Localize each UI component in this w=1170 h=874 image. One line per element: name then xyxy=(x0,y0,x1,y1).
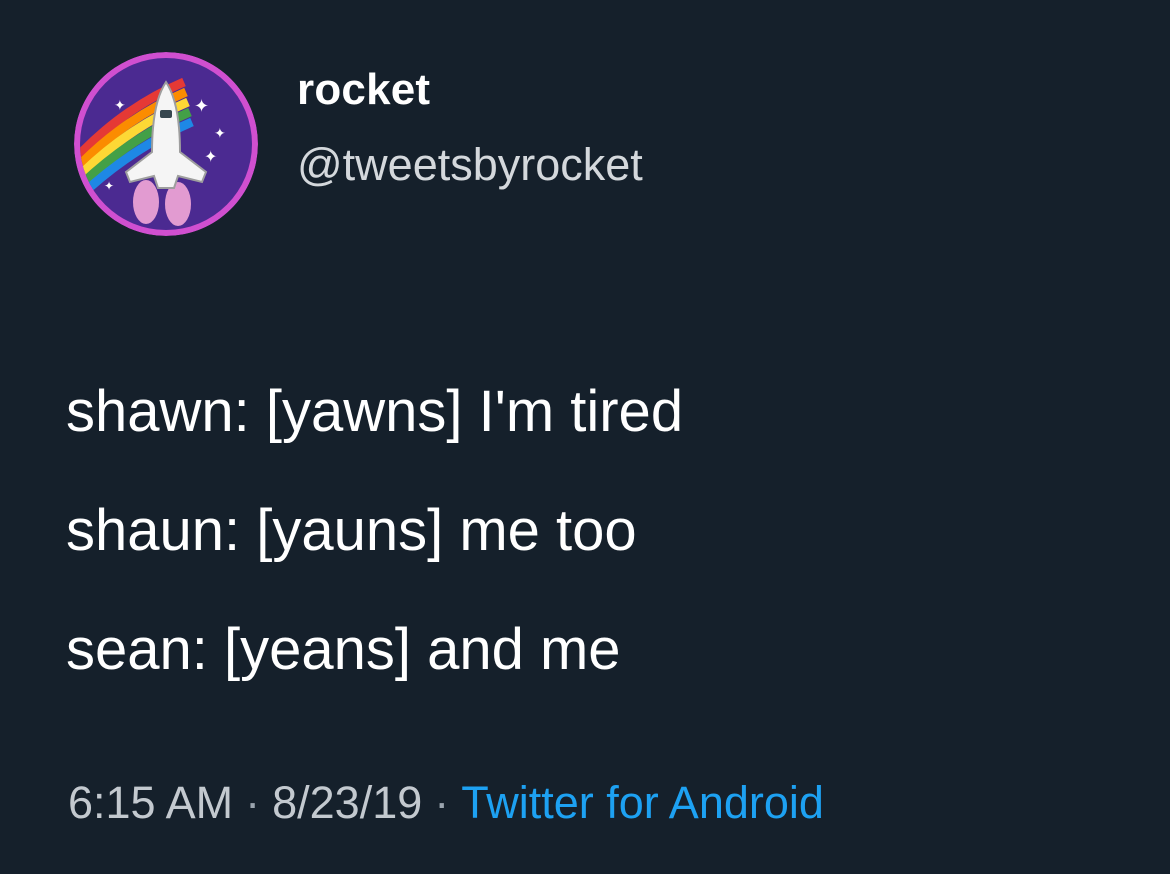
tweet-line-2: shaun: [yauns] me too xyxy=(66,498,637,563)
svg-text:✦: ✦ xyxy=(104,179,114,193)
avatar[interactable]: ✦ ✦ ✦ ✦ ✦ xyxy=(74,52,258,236)
display-name[interactable]: rocket xyxy=(297,68,430,112)
tweet-date[interactable]: 8/23/19 xyxy=(272,777,422,828)
tweet-line-3: sean: [yeans] and me xyxy=(66,617,621,682)
tweet-source-link[interactable]: Twitter for Android xyxy=(461,777,824,828)
svg-text:✦: ✦ xyxy=(214,126,226,142)
separator-dot: · xyxy=(434,777,450,828)
user-handle[interactable]: @tweetsbyrocket xyxy=(297,142,643,187)
tweet-text: shawn: [yawns] I'm tired shaun: [yauns] … xyxy=(66,352,1126,709)
rocket-icon: ✦ ✦ ✦ ✦ ✦ xyxy=(74,52,258,236)
svg-text:✦: ✦ xyxy=(114,98,126,114)
tweet-metadata: 6:15 AM · 8/23/19 · Twitter for Android xyxy=(68,780,824,825)
tweet-line-1: shawn: [yawns] I'm tired xyxy=(66,379,684,444)
tweet-card: ✦ ✦ ✦ ✦ ✦ rocket @tweetsbyrocket shawn: … xyxy=(0,0,1170,874)
tweet-time[interactable]: 6:15 AM xyxy=(68,777,233,828)
svg-text:✦: ✦ xyxy=(194,96,209,117)
separator-dot: · xyxy=(245,777,261,828)
svg-text:✦: ✦ xyxy=(204,147,217,166)
